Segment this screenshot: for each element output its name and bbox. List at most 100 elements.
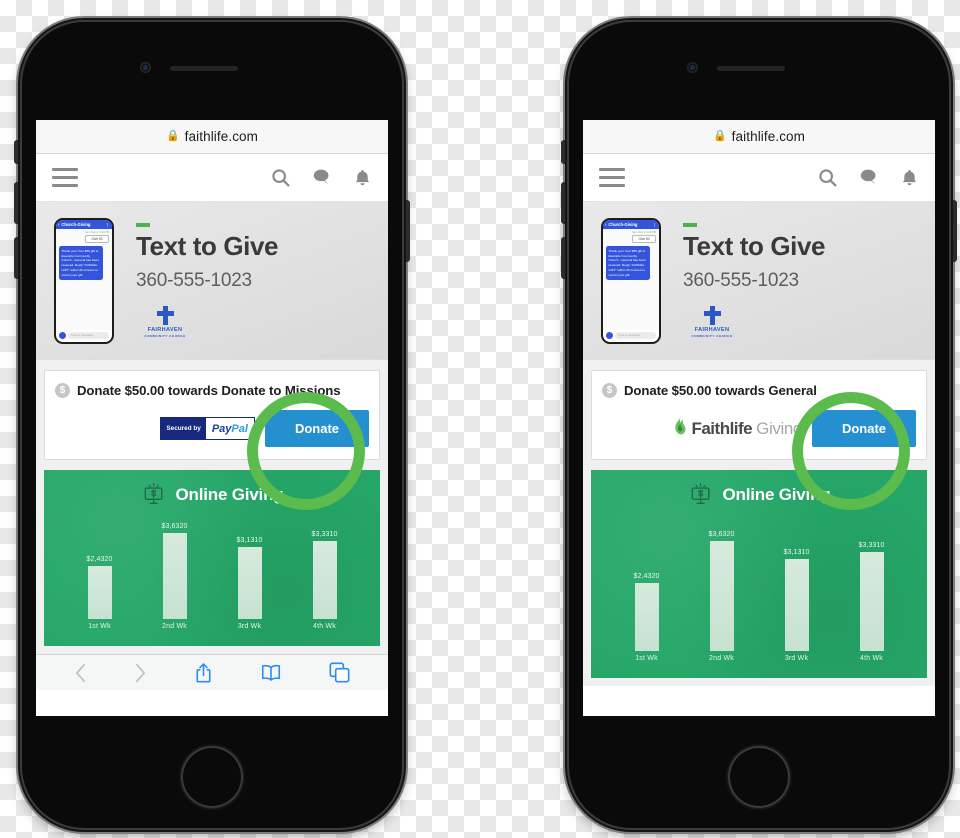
bar-shape (634, 582, 659, 651)
dollar-badge-icon: $ (55, 383, 70, 398)
volume-up-button[interactable] (561, 182, 565, 224)
hero-phone-number: 360-555-1023 (136, 269, 252, 291)
giving-wordmark: Giving (756, 418, 802, 438)
sms-compose-placeholder: Type a message... (615, 331, 656, 339)
front-camera-icon (140, 62, 151, 73)
notification-bell-icon[interactable] (900, 167, 919, 188)
monitor-dollar-icon (688, 482, 714, 508)
notification-bell-icon[interactable] (353, 167, 372, 188)
bar-value-label: $2,4320 (86, 555, 113, 563)
chart-bar-item: $3,1310 3rd Wk (214, 514, 286, 630)
home-button[interactable] (728, 746, 790, 808)
sms-outgoing-message: Give 50 (632, 235, 656, 244)
bar-category-label: 3rd Wk (784, 655, 809, 662)
sms-thread: Sun, Nov 4, 9:23 PM Give 50 Thank you! Y… (603, 228, 659, 330)
sms-phone-mockup: ‹ Church-Giving ⋮ Sun, Nov 4, 9:23 PM Gi… (601, 217, 661, 344)
chart-bar-item: $2,4320 1st Wk (64, 514, 136, 630)
hamburger-menu-icon[interactable] (52, 168, 78, 187)
sms-title-bar: ‹ Church-Giving ⋮ (603, 219, 659, 229)
online-giving-chart: Online Giving $2,4320 1st Wk $3,6320 2nd… (591, 470, 927, 678)
search-icon[interactable] (270, 167, 291, 188)
mute-switch[interactable] (14, 140, 18, 164)
donate-header: $ Donate $50.00 towards Donate to Missio… (55, 383, 369, 398)
online-giving-chart: Online Giving $2,4320 1st Wk $3,6320 2nd… (44, 470, 380, 646)
donate-card: $ Donate $50.00 towards Donate to Missio… (44, 370, 380, 460)
sms-thread: Sun, Nov 4, 9:23 PM Give 50 Thank you! Y… (56, 228, 112, 330)
faithlife-wordmark: Faithlife (691, 418, 753, 438)
forward-button[interactable] (134, 663, 147, 683)
donate-description: Donate $50.00 towards Donate to Missions (77, 383, 341, 398)
cross-icon (703, 305, 721, 325)
hamburger-menu-icon[interactable] (599, 168, 625, 187)
chart-bars: $2,4320 1st Wk $3,6320 2nd Wk $3,1310 3r… (599, 514, 919, 664)
phone-device-right: 🔒 faithlife.com ‹ Church-Giving ⋮ Sun, N… (561, 22, 957, 828)
cross-icon (156, 305, 174, 325)
sms-incoming-message: Thank you! Your $50 gift to Example Comm… (59, 246, 103, 281)
browser-url-bar[interactable]: 🔒 faithlife.com (36, 120, 388, 154)
paypal-wordmark: Pay Pal (205, 418, 254, 439)
power-button[interactable] (953, 200, 957, 262)
power-button[interactable] (406, 200, 410, 262)
bar-category-label: 3rd Wk (237, 623, 262, 630)
church-logo: FAIRHAVEN COMMUNITY CHURCH (683, 305, 741, 338)
chart-bar-item: $3,6320 2nd Wk (139, 514, 211, 630)
sms-avatar-icon (59, 331, 66, 339)
more-vertical-icon: ⋮ (105, 221, 110, 227)
chat-bubble-icon[interactable] (858, 167, 880, 188)
dollar-badge-icon: $ (602, 383, 617, 398)
site-navigation-bar (36, 154, 388, 202)
safari-toolbar (36, 654, 388, 690)
bar-value-label: $3,6320 (161, 523, 188, 531)
url-text: faithlife.com (731, 129, 806, 144)
sms-outgoing-message: Give 50 (85, 235, 109, 244)
more-vertical-icon: ⋮ (652, 221, 657, 227)
bar-category-label: 4th Wk (313, 623, 336, 630)
chart-bar-item: $3,1310 3rd Wk (761, 514, 833, 662)
mute-switch[interactable] (561, 140, 565, 164)
sms-compose-row: Type a message... (603, 330, 659, 342)
sms-conversation-title: Church-Giving (608, 221, 638, 227)
volume-down-button[interactable] (561, 237, 565, 279)
volume-down-button[interactable] (14, 237, 18, 279)
bar-category-label: 4th Wk (860, 655, 883, 662)
share-icon[interactable] (194, 662, 213, 684)
search-icon[interactable] (817, 167, 838, 188)
sms-timestamp: Sun, Nov 4, 9:23 PM (85, 230, 109, 234)
hero-title: Text to Give (683, 231, 826, 262)
church-logo-name: FAIRHAVEN (694, 326, 730, 333)
sms-incoming-message: Thank you! Your $50 gift to Example Comm… (606, 246, 650, 281)
paypal-secured-label: Secured by (161, 418, 206, 439)
bar-value-label: $3,1310 (783, 549, 810, 557)
bar-shape (162, 533, 187, 619)
tabs-icon[interactable] (329, 662, 350, 683)
browser-url-bar[interactable]: 🔒 faithlife.com (583, 120, 935, 154)
bar-value-label: $3,3310 (311, 531, 338, 539)
earpiece-speaker (717, 66, 785, 71)
hero-accent-dash (136, 223, 150, 228)
chat-bubble-icon[interactable] (311, 167, 333, 188)
paypal-pay-text: Pay (211, 422, 232, 435)
lock-icon: 🔒 (165, 130, 180, 142)
church-logo-name: FAIRHAVEN (147, 326, 183, 333)
donate-button-left[interactable]: Donate (264, 410, 369, 447)
home-button[interactable] (181, 746, 243, 808)
bar-shape (87, 565, 112, 619)
sms-compose-row: Type a message... (56, 330, 112, 342)
chart-title: Online Giving (722, 485, 831, 504)
donate-button-right[interactable]: Donate (811, 410, 916, 447)
donate-action-row: Secured by Pay Pal Donate (55, 410, 369, 447)
sms-avatar-icon (606, 331, 613, 339)
bar-shape (784, 559, 809, 651)
sms-compose-placeholder: Type a message... (68, 331, 109, 339)
back-button[interactable] (74, 663, 87, 683)
bookmarks-icon[interactable] (260, 663, 282, 682)
bar-value-label: $3,3310 (858, 541, 885, 549)
church-logo-subtitle: COMMUNITY CHURCH (691, 333, 733, 338)
volume-up-button[interactable] (14, 182, 18, 224)
bar-shape (709, 541, 734, 651)
hero-phone-number: 360-555-1023 (683, 269, 799, 291)
chart-bar-item: $3,3310 4th Wk (836, 514, 908, 662)
earpiece-speaker (170, 66, 238, 71)
nav-icon-group (817, 167, 919, 188)
nav-icon-group (270, 167, 372, 188)
